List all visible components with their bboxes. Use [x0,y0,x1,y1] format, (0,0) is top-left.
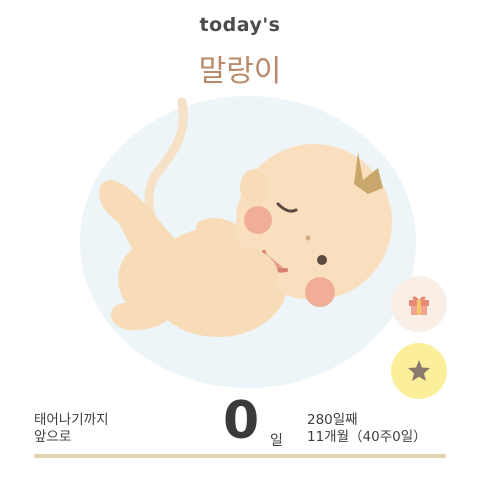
star-button[interactable] [391,343,447,399]
countdown-label: 태어나기까지 앞으로 [34,412,109,446]
right-cheek [305,277,335,307]
left-cheek [244,206,272,234]
countdown-label-line2: 앞으로 [34,429,72,445]
divider-line [34,454,446,458]
star-icon [408,360,430,381]
pregnancy-progress: 280일째 11개월（40주0일） [307,412,427,446]
baby-ear [240,169,268,205]
total-days: 280일째 [307,412,358,428]
countdown-panel: 태어나기까지 앞으로 0 일 280일째 11개월（40주0일） [34,391,448,458]
today-label: today's [199,14,281,36]
days-left-value: 0 [223,391,260,451]
baby-illustration [80,96,416,388]
countdown-label-line1: 태어나기까지 [34,412,109,428]
days-unit: 일 [270,433,283,449]
gift-button[interactable] [391,276,447,332]
baby-name-title: 말랑이 [198,54,282,89]
open-eye [317,255,327,265]
gift-icon [409,296,429,315]
baby-nose [305,235,311,241]
pregnancy-duration: 11개월（40주0일） [307,429,427,445]
